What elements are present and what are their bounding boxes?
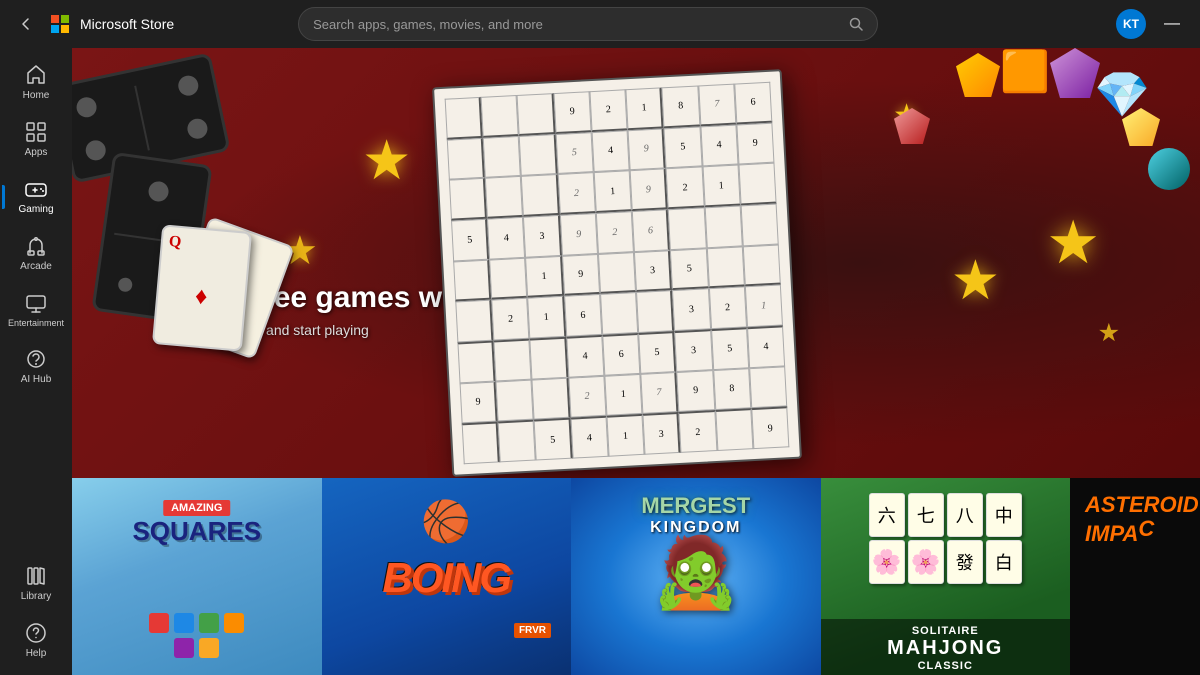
back-button[interactable]	[12, 10, 40, 38]
content-area: ♥ Q ♦ 9 2 1 8 7 6	[72, 48, 1200, 675]
sudoku-decoration: 9 2 1 8 7 6 5 4 9 5 4 9	[432, 69, 802, 477]
search-bar[interactable]	[298, 7, 878, 41]
gem-red	[894, 108, 930, 144]
search-button[interactable]	[849, 17, 863, 31]
store-logo-icon	[50, 14, 70, 34]
sidebar-help-label: Help	[26, 648, 47, 659]
sidebar-item-library[interactable]: Library	[2, 557, 70, 610]
search-input[interactable]	[313, 17, 849, 32]
arcade-icon	[25, 235, 47, 257]
app-title: Microsoft Store	[80, 16, 174, 32]
mergest-title-block: MERGEST KINGDOM	[641, 493, 750, 537]
solitaire-label: SOLITAIRE	[827, 625, 1065, 637]
entertainment-icon	[25, 292, 47, 314]
sidebar-library-label: Library	[21, 591, 52, 602]
hero-banner[interactable]: ♥ Q ♦ 9 2 1 8 7 6	[72, 48, 1200, 478]
boing-frvr-label: FRVR	[514, 623, 551, 638]
mahjong-label-block: SOLITAIRE MAHJONG CLASSIC	[821, 619, 1071, 675]
classic-label: CLASSIC	[827, 660, 1065, 672]
sidebar-entertainment-label: Entertainment	[8, 318, 64, 328]
playing-cards-decoration: ♥ Q ♦	[157, 228, 247, 348]
gem-purple	[1050, 48, 1100, 98]
title-bar-left: Microsoft Store	[12, 10, 174, 38]
sidebar-gaming-label: Gaming	[18, 204, 53, 215]
sidebar-item-arcade[interactable]: Arcade	[2, 227, 70, 280]
gem-decoration-2: 🟧	[1000, 48, 1050, 95]
minimize-button[interactable]: —	[1156, 15, 1188, 33]
title-bar-right: KT —	[1116, 9, 1188, 39]
star-decoration-1: ★	[362, 128, 411, 192]
game-thumb-solitaire-mahjong[interactable]: 六 七 八 中 🌸 🌸 發 白 SOLITAIRE MAHJONG CLASSI…	[821, 478, 1071, 675]
gem-yellow	[1122, 108, 1160, 146]
gem-teal	[1148, 148, 1190, 190]
star-decoration-3: ★	[951, 248, 1000, 312]
mahjong-tiles-grid: 六 七 八 中 🌸 🌸 發 白	[864, 488, 1027, 589]
games-row: AMAZING SQUARES BOING	[72, 478, 1200, 675]
sidebar-item-aihub[interactable]: AI Hub	[2, 340, 70, 393]
game-thumb-amazing-squares[interactable]: AMAZING SQUARES	[72, 478, 322, 675]
mahjong-main-label: MAHJONG	[827, 637, 1065, 660]
asteroid-title: ASTEROIDIMPAC	[1070, 478, 1200, 562]
squares-grid	[147, 613, 247, 658]
sidebar-aihub-label: AI Hub	[21, 374, 52, 385]
boing-ball: 🏀	[421, 498, 471, 545]
amazing-main-label: SQUARES	[72, 518, 322, 544]
sidebar-item-entertainment[interactable]: Entertainment	[2, 284, 70, 336]
sidebar-item-help[interactable]: Help	[2, 614, 70, 667]
game-thumb-mergest-kingdom[interactable]: MERGEST KINGDOM 🧟	[571, 478, 821, 675]
apps-icon	[25, 121, 47, 143]
sidebar-apps-label: Apps	[25, 147, 48, 158]
star-decoration-5: ★	[1046, 208, 1100, 278]
amazing-squares-title-block: AMAZING SQUARES	[72, 498, 322, 544]
sidebar-item-home[interactable]: Home	[2, 56, 70, 109]
aihub-icon	[25, 348, 47, 370]
amazing-top-label: AMAZING	[163, 500, 230, 516]
sidebar: Home Apps	[0, 48, 72, 675]
mummy-character: 🧟	[652, 532, 739, 614]
home-icon	[25, 64, 47, 86]
sidebar-item-gaming[interactable]: Gaming	[2, 170, 70, 223]
library-icon	[25, 565, 47, 587]
game-thumb-boing[interactable]: BOING FRVR 🏀	[322, 478, 572, 675]
help-icon	[25, 622, 47, 644]
game-thumb-asteroid-impact[interactable]: ASTEROIDIMPAC	[1070, 478, 1200, 675]
gem-orange	[956, 53, 1000, 97]
user-avatar[interactable]: KT	[1116, 9, 1146, 39]
sidebar-home-label: Home	[23, 90, 50, 101]
sidebar-item-apps[interactable]: Apps	[2, 113, 70, 166]
gaming-icon	[25, 178, 47, 200]
mergest-top-label: MERGEST	[641, 493, 750, 519]
sidebar-arcade-label: Arcade	[20, 261, 52, 272]
boing-title: BOING	[382, 554, 510, 602]
title-bar: Microsoft Store KT —	[0, 0, 1200, 48]
main-layout: Home Apps	[0, 48, 1200, 675]
star-decoration-6: ★	[1098, 318, 1120, 348]
